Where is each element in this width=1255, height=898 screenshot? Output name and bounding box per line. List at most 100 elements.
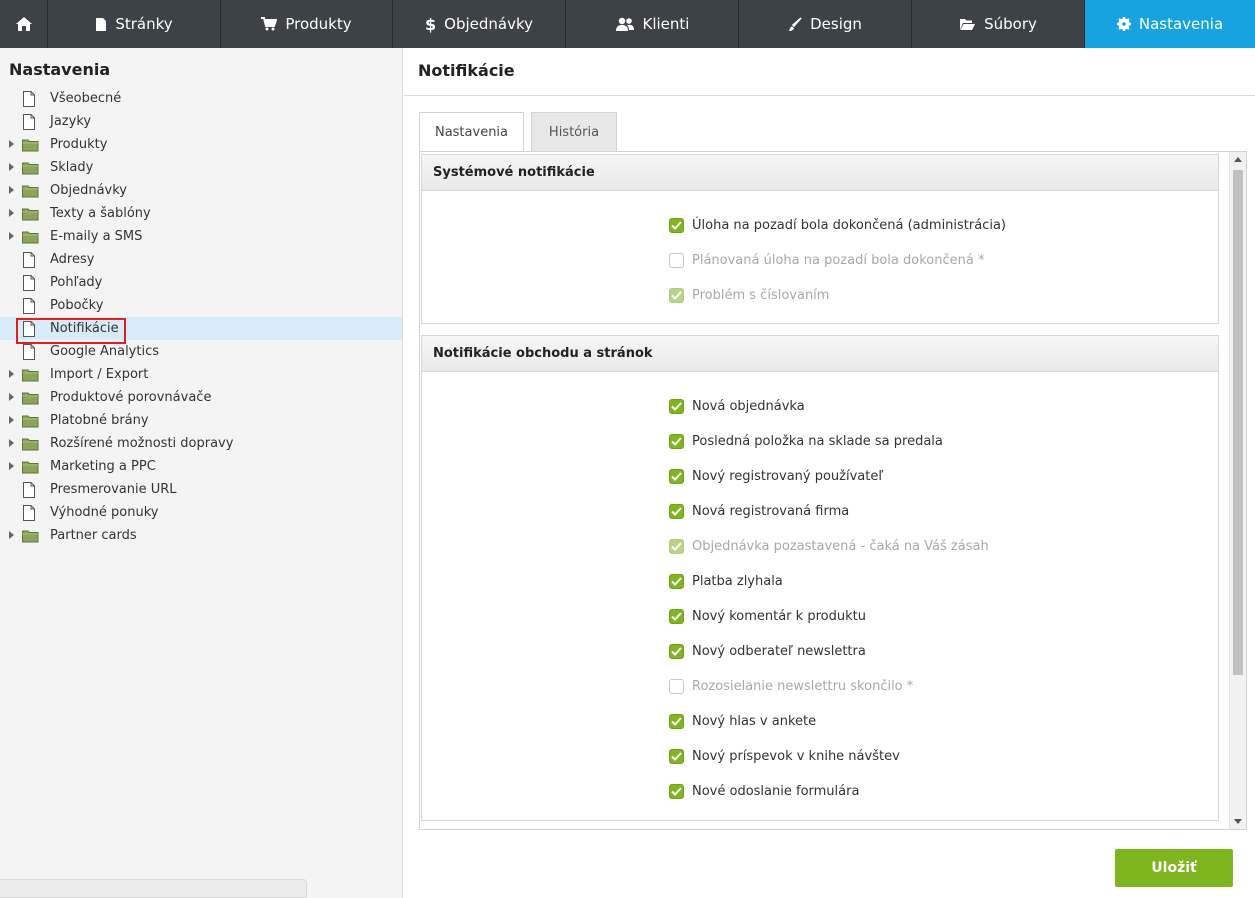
notification-option[interactable]: Nový registrovaný používateľ	[669, 466, 883, 486]
sidebar-item[interactable]: Marketing a PPC	[0, 455, 402, 478]
checkbox-label: Problém s číslovaním	[692, 287, 830, 303]
sidebar-item-label: Marketing a PPC	[50, 459, 156, 474]
sidebar-item[interactable]: Všeobecné	[0, 87, 402, 110]
checkbox[interactable]	[669, 678, 684, 694]
page-icon	[22, 252, 36, 272]
folder-icon	[22, 207, 39, 225]
sidebar-horizontal-scrollbar[interactable]	[0, 879, 307, 898]
main-header: Notifikácie	[404, 48, 1255, 96]
checkbox[interactable]	[669, 433, 684, 449]
folder-icon	[22, 460, 39, 478]
home-button[interactable]	[0, 0, 48, 48]
checkbox[interactable]	[669, 643, 684, 659]
tab-historia[interactable]: História	[531, 112, 617, 152]
notification-option[interactable]: Nový príspevok v knihe návštev	[669, 746, 900, 766]
scroll-thumb[interactable]	[1233, 170, 1243, 675]
checkbox[interactable]	[669, 287, 684, 303]
sidebar-item[interactable]: Google Analytics	[0, 340, 402, 363]
settings-tree: Všeobecné Jazyky Produkty Sklady Objednávky T…	[0, 87, 402, 547]
sidebar-item[interactable]: Sklady	[0, 156, 402, 179]
expand-arrow-icon[interactable]	[9, 140, 14, 148]
sidebar-item[interactable]: Texty a šablóny	[0, 202, 402, 225]
notification-option[interactable]: Nový hlas v ankete	[669, 711, 816, 731]
checkbox[interactable]	[669, 252, 684, 268]
nav-tab-klienti[interactable]: Klienti	[566, 0, 739, 48]
sidebar-item[interactable]: Pobočky	[0, 294, 402, 317]
sidebar-item-label: E-maily a SMS	[50, 229, 143, 244]
nav-tab-design[interactable]: Design	[739, 0, 912, 48]
content-scrollbar[interactable]	[1229, 152, 1246, 829]
notification-option[interactable]: Nový odberateľ newslettra	[669, 641, 866, 661]
expand-arrow-icon[interactable]	[9, 186, 14, 194]
sidebar-item[interactable]: E-maily a SMS	[0, 225, 402, 248]
sidebar-item[interactable]: Pohľady	[0, 271, 402, 294]
checkbox[interactable]	[669, 503, 684, 519]
sidebar-item[interactable]: Produkty	[0, 133, 402, 156]
checkbox-label: Nová registrovaná firma	[692, 503, 850, 519]
nav-tab-objednavky[interactable]: $ Objednávky	[393, 0, 566, 48]
nav-tab-label: Objednávky	[444, 15, 533, 33]
nav-tab-nastavenia[interactable]: Nastavenia	[1085, 0, 1255, 48]
nav-tab-stranky[interactable]: Stránky	[48, 0, 221, 48]
page-icon	[95, 17, 107, 32]
expand-arrow-icon[interactable]	[9, 370, 14, 378]
panel-shop-notifications: Notifikácie obchodu a stránok Nová objed…	[421, 335, 1219, 821]
checkbox[interactable]	[669, 608, 684, 624]
notification-option[interactable]: Problém s číslovaním	[669, 285, 829, 305]
notification-option[interactable]: Nová objednávka	[669, 396, 805, 416]
tab-nastavenia[interactable]: Nastavenia	[419, 112, 524, 152]
notification-option[interactable]: Posledná položka na sklade sa predala	[669, 431, 943, 451]
notifications-content: Systémové notifikácie Úloha na pozadí bo…	[419, 151, 1247, 830]
sidebar-item-label: Google Analytics	[50, 344, 160, 359]
checkbox[interactable]	[669, 713, 684, 729]
expand-arrow-icon[interactable]	[9, 439, 14, 447]
notification-option[interactable]: Úloha na pozadí bola dokončená (administ…	[669, 215, 1006, 235]
notification-option[interactable]: Nové odoslanie formulára	[669, 781, 859, 801]
sidebar-item-label: Adresy	[50, 252, 95, 267]
expand-arrow-icon[interactable]	[9, 393, 14, 401]
sidebar-item[interactable]: Notifikácie	[0, 317, 402, 340]
nav-tab-label: Design	[810, 15, 862, 33]
expand-arrow-icon[interactable]	[9, 531, 14, 539]
sidebar-item[interactable]: Import / Export	[0, 363, 402, 386]
top-navigation: Stránky Produkty $ Objednávky Klienti De…	[0, 0, 1255, 48]
expand-arrow-icon[interactable]	[9, 163, 14, 171]
notification-option[interactable]: Nová registrovaná firma	[669, 501, 849, 521]
checkbox-label: Nový komentár k produktu	[692, 608, 866, 624]
notification-option[interactable]: Nový komentár k produktu	[669, 606, 866, 626]
sidebar-item[interactable]: Adresy	[0, 248, 402, 271]
checkbox[interactable]	[669, 217, 684, 233]
checkbox[interactable]	[669, 573, 684, 589]
checkbox[interactable]	[669, 398, 684, 414]
checkbox[interactable]	[669, 468, 684, 484]
expand-arrow-icon[interactable]	[9, 462, 14, 470]
sidebar-item[interactable]: Produktové porovnávače	[0, 386, 402, 409]
sidebar-item[interactable]: Platobné brány	[0, 409, 402, 432]
checkbox-label: Posledná položka na sklade sa predala	[692, 433, 943, 449]
notification-option[interactable]: Rozosielanie newslettru skončilo *	[669, 676, 913, 696]
scroll-up-arrow-icon[interactable]	[1234, 157, 1242, 162]
save-button[interactable]: Uložiť	[1115, 849, 1233, 887]
checkbox-label: Nový odberateľ newslettra	[692, 643, 866, 659]
sidebar-item[interactable]: Jazyky	[0, 110, 402, 133]
sidebar-item[interactable]: Rozšírené možnosti dopravy	[0, 432, 402, 455]
expand-arrow-icon[interactable]	[9, 416, 14, 424]
expand-arrow-icon[interactable]	[9, 209, 14, 217]
folder-icon	[22, 184, 39, 202]
expand-arrow-icon[interactable]	[9, 232, 14, 240]
sidebar-item[interactable]: Partner cards	[0, 524, 402, 547]
sidebar-item[interactable]: Výhodné ponuky	[0, 501, 402, 524]
nav-tab-produkty[interactable]: Produkty	[221, 0, 393, 48]
page-icon	[22, 344, 36, 364]
checkbox[interactable]	[669, 538, 684, 554]
nav-tab-subory[interactable]: Súbory	[912, 0, 1085, 48]
page-icon	[22, 321, 36, 341]
checkbox[interactable]	[669, 748, 684, 764]
scroll-down-arrow-icon[interactable]	[1234, 819, 1242, 824]
notification-option[interactable]: Objednávka pozastavená - čaká na Váš zás…	[669, 536, 989, 556]
notification-option[interactable]: Platba zlyhala	[669, 571, 783, 591]
sidebar-item[interactable]: Presmerovanie URL	[0, 478, 402, 501]
checkbox[interactable]	[669, 783, 684, 799]
notification-option[interactable]: Plánovaná úloha na pozadí bola dokončená…	[669, 250, 984, 270]
sidebar-item[interactable]: Objednávky	[0, 179, 402, 202]
